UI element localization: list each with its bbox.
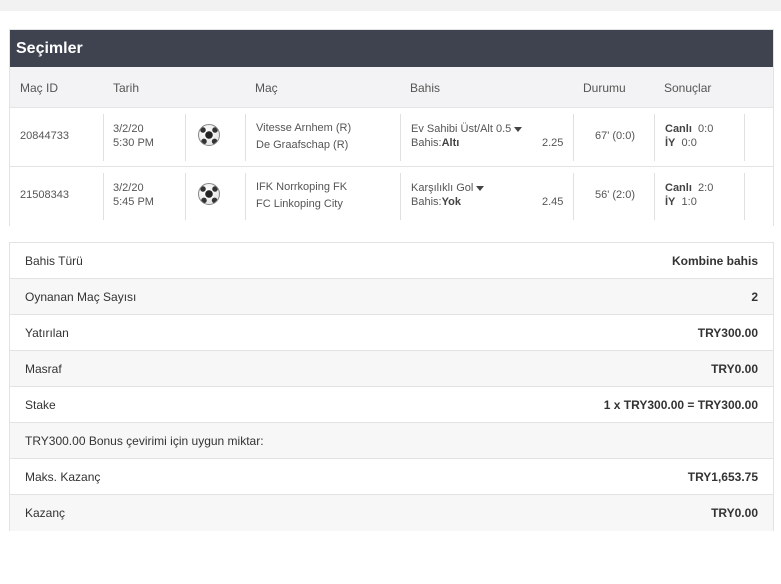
- summary-value: TRY1,653.75: [687, 470, 758, 484]
- match-time: 5:45 PM: [113, 196, 154, 208]
- selections-panel: Seçimler Maç ID Tarih Maç Bahis Durumu S…: [9, 29, 774, 226]
- selection-row: 20844733 3/2/20 5:30 PM Vitesse Arnhem (…: [10, 108, 773, 167]
- summary-value: TRY0.00: [711, 506, 758, 520]
- summary-row-deposited: Yatırılan TRY300.00: [10, 315, 773, 351]
- summary-row-bonus: TRY300.00 Bonus çevirimi için uygun mikt…: [10, 423, 773, 459]
- column-match: Maç: [255, 81, 278, 95]
- selections-column-header: Maç ID Tarih Maç Bahis Durumu Sonuçlar: [10, 67, 773, 108]
- match-date: 3/2/20: [113, 123, 144, 135]
- bet-pick: Bahis:Altı: [411, 137, 460, 149]
- bet-market[interactable]: Karşılıklı Gol: [411, 182, 485, 194]
- match-time: 5:30 PM: [113, 137, 154, 149]
- summary-row-winnings: Kazanç TRY0.00: [10, 495, 773, 531]
- bet-odds: 2.45: [542, 196, 564, 208]
- summary-row-fee: Masraf TRY0.00: [10, 351, 773, 387]
- summary-row-max-win: Maks. Kazanç TRY1,653.75: [10, 459, 773, 495]
- selections-title: Seçimler: [10, 30, 773, 67]
- summary-label: Yatırılan: [25, 326, 69, 340]
- away-team: De Graafschap (R): [256, 139, 349, 151]
- summary-value: 1 x TRY300.00 = TRY300.00: [603, 398, 758, 412]
- column-results: Sonuçlar: [664, 81, 712, 95]
- summary-label: Stake: [25, 398, 56, 412]
- away-team: FC Linkoping City: [256, 198, 343, 210]
- summary-row-bet-type: Bahis Türü Kombine bahis: [10, 243, 773, 279]
- column-bet: Bahis: [410, 81, 441, 95]
- bet-pick: Bahis:Yok: [411, 196, 461, 208]
- summary-label: Kazanç: [25, 506, 66, 520]
- summary-label: Maks. Kazanç: [25, 470, 101, 484]
- summary-value: 2: [751, 290, 758, 304]
- halftime-score: İY 0:0: [665, 137, 697, 149]
- summary-label: Masraf: [25, 362, 62, 376]
- match-date: 3/2/20: [113, 182, 144, 194]
- live-score: Canlı 2:0: [665, 182, 714, 194]
- bet-summary-panel: Bahis Türü Kombine bahis Oynanan Maç Say…: [9, 242, 774, 531]
- match-id: 20844733: [20, 130, 69, 142]
- match-status: 67' (0:0): [595, 130, 636, 142]
- soccer-ball-icon: [198, 124, 220, 146]
- bet-market[interactable]: Ev Sahibi Üst/Alt 0.5: [411, 123, 523, 135]
- home-team: Vitesse Arnhem (R): [256, 122, 352, 134]
- column-date: Tarih: [113, 81, 140, 95]
- bet-odds: 2.25: [542, 137, 564, 149]
- summary-value: Kombine bahis: [671, 254, 758, 268]
- chevron-down-icon: [514, 126, 523, 132]
- summary-label: TRY300.00 Bonus çevirimi için uygun mikt…: [25, 434, 264, 448]
- summary-label: Bahis Türü: [25, 254, 83, 268]
- chevron-down-icon: [476, 185, 485, 191]
- column-match-id: Maç ID: [20, 81, 59, 95]
- column-status: Durumu: [583, 81, 626, 95]
- live-score: Canlı 0:0: [665, 123, 714, 135]
- selection-row: 21508343 3/2/20 5:45 PM IFK Norrkoping F…: [10, 167, 773, 226]
- soccer-ball-icon: [198, 183, 220, 205]
- home-team: IFK Norrkoping FK: [256, 181, 348, 193]
- summary-value: TRY0.00: [711, 362, 758, 376]
- summary-label: Oynanan Maç Sayısı: [25, 290, 137, 304]
- summary-row-stake: Stake 1 x TRY300.00 = TRY300.00: [10, 387, 773, 423]
- halftime-score: İY 1:0: [665, 196, 697, 208]
- match-id: 21508343: [20, 189, 69, 201]
- top-bar: [0, 0, 781, 11]
- summary-value: TRY300.00: [697, 326, 758, 340]
- match-status: 56' (2:0): [595, 189, 636, 201]
- summary-row-match-count: Oynanan Maç Sayısı 2: [10, 279, 773, 315]
